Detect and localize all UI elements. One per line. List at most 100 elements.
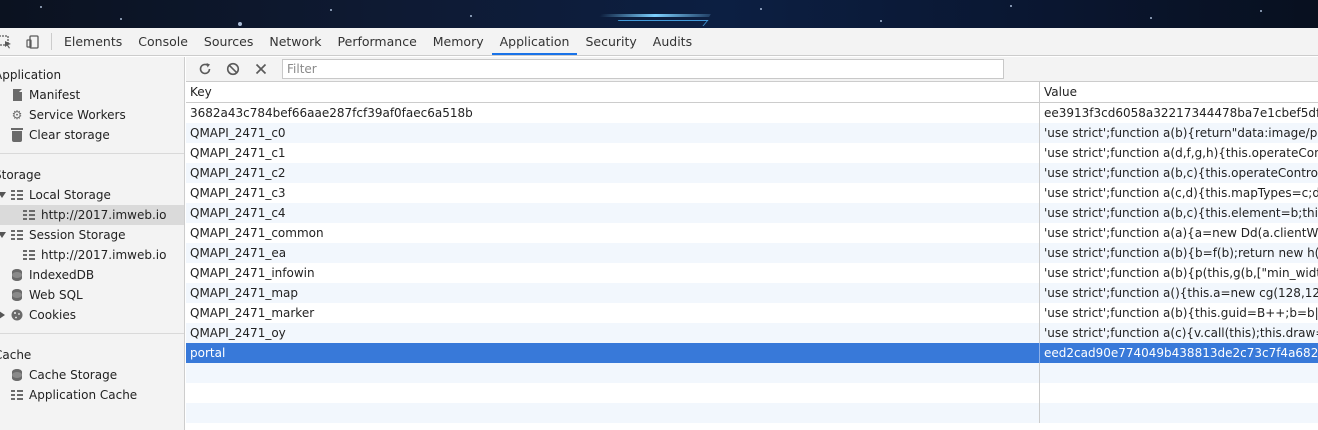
table-row[interactable]: QMAPI_2471_marker'use strict';function a… — [186, 303, 1318, 323]
cell-key[interactable]: QMAPI_2471_c4 — [186, 203, 1040, 223]
clear-all-icon[interactable] — [222, 59, 244, 79]
cell-value[interactable]: 'use strict';function a(b){p(this,g(b,["… — [1040, 263, 1318, 283]
filter-input[interactable] — [282, 59, 1004, 79]
section-divider — [0, 153, 184, 165]
desktop-background-strip — [0, 0, 1318, 28]
sidebar-item-cache-storage[interactable]: Cache Storage — [0, 365, 184, 385]
sidebar-item-websql[interactable]: Web SQL — [0, 285, 184, 305]
cell-key[interactable]: portal — [186, 343, 1040, 363]
database-icon — [10, 288, 24, 302]
cell-key[interactable]: QMAPI_2471_ea — [186, 243, 1040, 263]
devtools-toolbar-icons — [0, 33, 52, 50]
cell-key[interactable]: 3682a43c784bef66aae287fcf39af0faec6a518b — [186, 103, 1040, 123]
sidebar-item-label: Local Storage — [29, 188, 111, 202]
empty-table-row — [186, 403, 1318, 423]
tab-memory[interactable]: Memory — [425, 28, 492, 55]
cell-key[interactable]: QMAPI_2471_c3 — [186, 183, 1040, 203]
cell-value[interactable]: 'use strict';function a(c){v.call(this);… — [1040, 323, 1318, 343]
tab-application[interactable]: Application — [491, 28, 578, 55]
sidebar-item-label: Web SQL — [29, 288, 83, 302]
sidebar-item-application-cache[interactable]: Application Cache — [0, 385, 184, 405]
cell-value[interactable]: 'use strict';function a(a){a=new Dd(a.cl… — [1040, 223, 1318, 243]
table-row[interactable]: QMAPI_2471_c2'use strict';function a(b,c… — [186, 163, 1318, 183]
tab-security[interactable]: Security — [577, 28, 644, 55]
tab-audits[interactable]: Audits — [645, 28, 700, 55]
cell-value[interactable]: ee3913f3cd6058a32217344478ba7e1cbef5df75 — [1040, 103, 1318, 123]
empty-table-row — [186, 363, 1318, 383]
column-header-value[interactable]: Value — [1040, 82, 1318, 102]
cell-value[interactable]: 'use strict';function a(b,c){this.operat… — [1040, 163, 1318, 183]
empty-cell — [186, 403, 1040, 423]
table-row[interactable]: QMAPI_2471_common'use strict';function a… — [186, 223, 1318, 243]
cell-key[interactable]: QMAPI_2471_map — [186, 283, 1040, 303]
tab-performance[interactable]: Performance — [330, 28, 425, 55]
cell-key[interactable]: QMAPI_2471_common — [186, 223, 1040, 243]
sidebar-item-local-storage[interactable]: Local Storage — [0, 185, 184, 205]
cell-key[interactable]: QMAPI_2471_c2 — [186, 163, 1040, 183]
sidebar-item-indexeddb[interactable]: IndexedDB — [0, 265, 184, 285]
devtools-tabs: Elements Console Sources Network Perform… — [52, 28, 700, 55]
table-row[interactable]: QMAPI_2471_c1'use strict';function a(d,f… — [186, 143, 1318, 163]
sidebar-item-clear-storage[interactable]: Clear storage — [0, 125, 184, 145]
table-grid-icon — [22, 208, 36, 222]
table-row[interactable]: QMAPI_2471_c3'use strict';function a(c,d… — [186, 183, 1318, 203]
device-toolbar-icon[interactable] — [24, 33, 42, 51]
table-row[interactable]: QMAPI_2471_infowin'use strict';function … — [186, 263, 1318, 283]
table-row[interactable]: portal eed2cad90e774049b438813de2c73c7f4a… — [186, 343, 1318, 363]
gear-icon: ⚙ — [11, 108, 23, 122]
trash-icon — [10, 127, 24, 142]
sidebar-item-session-storage-origin[interactable]: http://2017.imweb.io — [0, 245, 184, 265]
cell-value[interactable]: eed2cad90e774049b438813de2c73c7f4a6820c1 — [1040, 343, 1318, 363]
cell-value[interactable]: 'use strict';function a(b){return"data:i… — [1040, 123, 1318, 143]
section-cache-title: Cache — [0, 348, 32, 362]
cell-value[interactable]: 'use strict';function a(d,f,g,h){this.op… — [1040, 143, 1318, 163]
empty-cell — [1040, 383, 1318, 403]
refresh-icon[interactable] — [194, 59, 216, 79]
table-grid-icon — [22, 248, 36, 262]
tab-network[interactable]: Network — [261, 28, 329, 55]
column-header-key[interactable]: Key — [186, 82, 1040, 102]
cell-key[interactable]: QMAPI_2471_c0 — [186, 123, 1040, 143]
sidebar-item-service-workers[interactable]: ⚙ Service Workers — [0, 105, 184, 125]
table-row[interactable]: 3682a43c784bef66aae287fcf39af0faec6a518b… — [186, 103, 1318, 123]
table-body: 3682a43c784bef66aae287fcf39af0faec6a518b… — [186, 103, 1318, 423]
cell-key[interactable]: QMAPI_2471_marker — [186, 303, 1040, 323]
expand-arrow-icon[interactable] — [0, 192, 6, 198]
table-row[interactable]: QMAPI_2471_c4'use strict';function a(b,c… — [186, 203, 1318, 223]
collapse-arrow-icon[interactable] — [0, 311, 5, 319]
expand-arrow-icon[interactable] — [0, 232, 6, 238]
empty-cell — [186, 363, 1040, 383]
sidebar-item-label: Session Storage — [29, 228, 126, 242]
cell-value[interactable]: 'use strict';function a(){this.a=new cg(… — [1040, 283, 1318, 303]
table-row[interactable]: QMAPI_2471_map'use strict';function a(){… — [186, 283, 1318, 303]
cell-value[interactable]: 'use strict';function a(b,c){this.elemen… — [1040, 203, 1318, 223]
cell-value[interactable]: 'use strict';function a(c,d){this.mapTyp… — [1040, 183, 1318, 203]
sidebar-item-cookies[interactable]: Cookies — [0, 305, 184, 325]
table-row[interactable]: QMAPI_2471_c0'use strict';function a(b){… — [186, 123, 1318, 143]
storage-toolbar — [186, 57, 1318, 82]
tab-elements[interactable]: Elements — [56, 28, 130, 55]
tab-sources[interactable]: Sources — [196, 28, 261, 55]
sidebar-item-label: Application Cache — [29, 388, 138, 402]
table-row[interactable]: QMAPI_2471_ea'use strict';function a(b){… — [186, 243, 1318, 263]
empty-table-row — [186, 383, 1318, 403]
tab-console[interactable]: Console — [130, 28, 196, 55]
sidebar-item-label: http://2017.imweb.io — [41, 208, 167, 222]
storage-table: Key Value 3682a43c784bef66aae287fcf39af0… — [186, 82, 1318, 423]
sidebar-item-label: Manifest — [29, 88, 81, 102]
cell-value[interactable]: 'use strict';function a(b){b=f(b);return… — [1040, 243, 1318, 263]
sidebar-item-session-storage[interactable]: Session Storage — [0, 225, 184, 245]
cell-key[interactable]: QMAPI_2471_oy — [186, 323, 1040, 343]
table-row[interactable]: QMAPI_2471_oy'use strict';function a(c){… — [186, 323, 1318, 343]
sidebar-item-label: Cookies — [29, 308, 76, 322]
cell-key[interactable]: QMAPI_2471_infowin — [186, 263, 1040, 283]
delete-icon[interactable] — [250, 59, 272, 79]
inspect-element-icon[interactable] — [0, 33, 14, 51]
sidebar-item-manifest[interactable]: Manifest — [0, 85, 184, 105]
table-grid-icon — [10, 388, 24, 402]
section-application-title: Application — [0, 68, 62, 82]
sidebar-item-local-storage-origin[interactable]: http://2017.imweb.io — [0, 205, 184, 225]
cell-key[interactable]: QMAPI_2471_c1 — [186, 143, 1040, 163]
cell-value[interactable]: 'use strict';function a(b){this.guid=B++… — [1040, 303, 1318, 323]
section-storage-title: Storage — [0, 168, 41, 182]
